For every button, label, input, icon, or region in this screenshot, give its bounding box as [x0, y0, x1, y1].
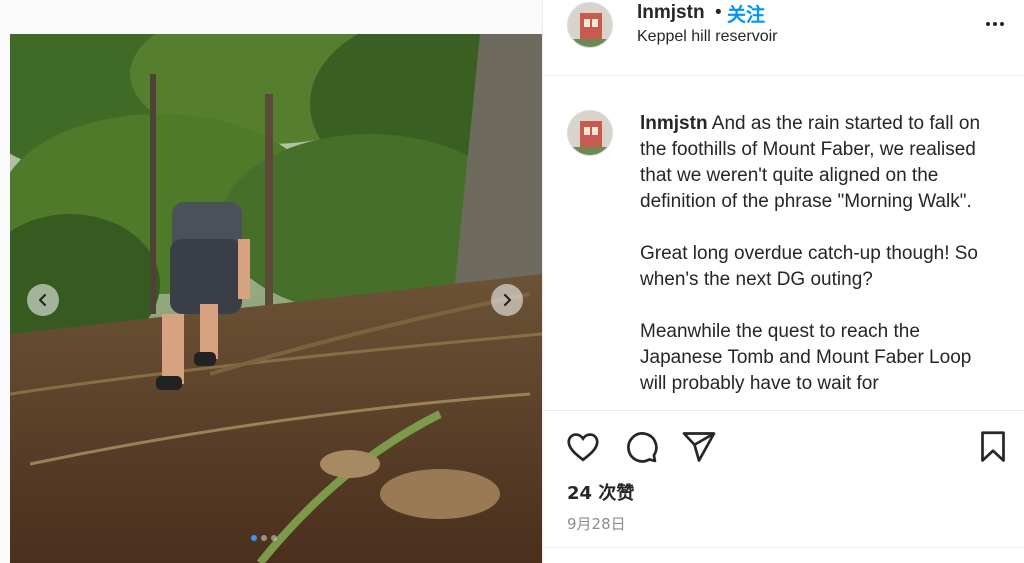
forest-trail-photo [10, 34, 542, 563]
carousel-prev-button[interactable] [27, 284, 59, 316]
caption-username[interactable]: lnmjstn [640, 113, 708, 134]
follow-button[interactable]: 关注 [727, 0, 765, 27]
post-author-username[interactable]: lnmjstn [637, 2, 705, 24]
post-date[interactable]: 9月28日 [567, 513, 626, 534]
divider [543, 547, 1024, 548]
instagram-post-frame: lnmjstn • 关注 Keppel hill reservoir lnmjs… [0, 0, 1024, 563]
carousel-next-button[interactable] [491, 284, 523, 316]
more-horizontal-icon [1000, 22, 1004, 26]
carousel-dot [271, 535, 277, 541]
comment-bubble-icon [627, 432, 658, 463]
carousel-dot-active [251, 535, 257, 541]
more-horizontal-icon [993, 22, 997, 26]
heart-outline-icon [567, 433, 599, 462]
comment-button[interactable] [623, 429, 659, 465]
more-horizontal-icon [986, 22, 990, 26]
like-count[interactable]: 24 次赞 [567, 479, 634, 505]
carousel-dot [261, 535, 267, 541]
post-side-panel: lnmjstn • 关注 Keppel hill reservoir lnmjs… [542, 0, 1024, 563]
share-button[interactable] [681, 429, 717, 465]
media-top-bar [0, 0, 542, 34]
post-actions: 24 次赞 9月28日 [543, 410, 1024, 563]
post-location[interactable]: Keppel hill reservoir [637, 28, 778, 46]
chevron-left-icon [38, 293, 47, 307]
carousel-indicator [251, 535, 277, 541]
avatar[interactable] [567, 2, 613, 48]
more-options-button[interactable] [983, 14, 1007, 34]
post-photo[interactable] [10, 34, 542, 563]
caption-text: And as the rain started to fall on the f… [640, 113, 981, 394]
save-button[interactable] [975, 429, 1011, 465]
paper-plane-icon [682, 432, 716, 462]
avatar[interactable] [567, 110, 613, 156]
caption-scroll-area[interactable]: lnmjstn And as the rain started to fall … [543, 77, 1024, 409]
chevron-right-icon [503, 293, 512, 307]
bookmark-outline-icon [981, 431, 1005, 462]
like-button[interactable] [565, 429, 601, 465]
avatar-image [568, 3, 612, 47]
avatar-image [568, 111, 612, 155]
post-caption: lnmjstn And as the rain started to fall … [640, 111, 1000, 397]
post-header: lnmjstn • 关注 Keppel hill reservoir [543, 0, 1024, 76]
header-separator: • [715, 2, 722, 23]
